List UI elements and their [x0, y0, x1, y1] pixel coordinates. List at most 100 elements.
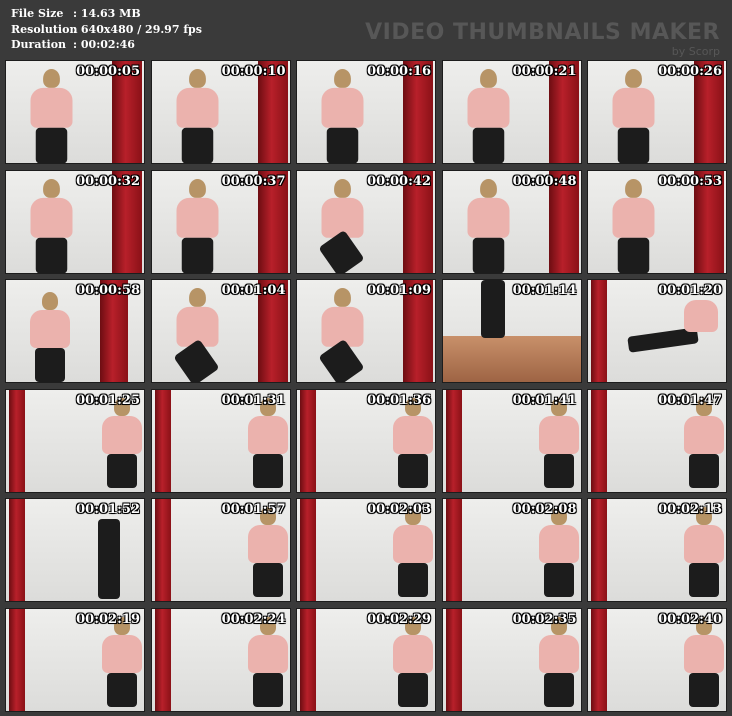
- person-shirt: [176, 197, 218, 238]
- person-hair: [479, 178, 497, 198]
- thumbnail-timestamp: 00:00:16: [367, 64, 431, 79]
- video-thumbnail: 00:01:57: [150, 498, 291, 602]
- person-hair: [625, 69, 642, 88]
- punching-bag: [9, 608, 25, 711]
- person-figure: [457, 178, 520, 273]
- person-shirt: [30, 87, 73, 128]
- person-hair: [334, 69, 351, 88]
- thumbnail-timestamp: 00:00:58: [76, 283, 140, 298]
- person-hair: [188, 69, 206, 88]
- video-thumbnail: 00:01:52: [5, 498, 145, 602]
- thumbnail-timestamp: 00:01:36: [367, 392, 431, 408]
- person-figure: [529, 397, 581, 492]
- person-legs: [398, 563, 428, 597]
- video-thumbnail: 00:01:14: [441, 279, 582, 383]
- thumbnail-timestamp: 00:00:32: [76, 173, 140, 189]
- person-hair: [188, 178, 206, 198]
- person-shirt: [176, 87, 218, 128]
- punching-bag: [9, 389, 25, 492]
- person-legs: [472, 127, 504, 163]
- person-legs: [689, 672, 719, 707]
- person-legs: [543, 453, 574, 488]
- video-thumbnail: 00:02:29: [296, 607, 436, 712]
- thumbnail-timestamp: 00:00:21: [512, 64, 577, 79]
- info-label: Duration: [11, 38, 67, 51]
- thumbnail-timestamp: 00:00:48: [512, 173, 577, 189]
- person-figure: [311, 288, 374, 382]
- video-thumbnail: 00:00:16: [296, 60, 436, 164]
- person-legs: [472, 237, 504, 273]
- punching-bag: [591, 499, 607, 601]
- video-thumbnail: 00:01:36: [296, 388, 436, 493]
- person-figure: [311, 69, 374, 163]
- person-shirt: [467, 197, 509, 238]
- person-legs: [689, 453, 719, 488]
- person-figure: [529, 507, 581, 601]
- info-value: : 14.63 MB: [73, 7, 141, 20]
- person-legs: [617, 237, 650, 273]
- person-hair: [625, 178, 642, 198]
- punching-bag: [445, 389, 462, 492]
- floor: [442, 336, 581, 382]
- person-hair: [43, 178, 60, 198]
- person-legs: [252, 563, 283, 597]
- thumbnail-timestamp: 00:01:47: [658, 392, 722, 408]
- person-shirt: [467, 87, 509, 128]
- person-figure: [238, 616, 290, 711]
- video-thumbnail: 00:00:53: [587, 169, 727, 274]
- video-thumbnail: 00:00:05: [5, 60, 145, 164]
- person-shirt: [538, 634, 579, 673]
- file-info: File Size: 14.63 MB Resolution: 640x480 /…: [11, 6, 202, 53]
- person-shirt: [684, 634, 724, 673]
- person-shirt: [684, 300, 718, 332]
- person-figure: [674, 397, 726, 492]
- thumbnail-timestamp: 00:01:20: [658, 283, 722, 298]
- video-thumbnail: 00:01:31: [150, 388, 291, 493]
- punching-bag: [154, 608, 171, 711]
- video-thumbnail: 00:00:21: [441, 60, 582, 164]
- person-legs: [181, 127, 213, 163]
- video-thumbnail: 00:02:13: [587, 498, 727, 602]
- person-hair: [42, 292, 58, 310]
- thumbnail-timestamp: 00:01:41: [512, 392, 577, 408]
- person-figure: [457, 69, 520, 163]
- person-legs: [326, 127, 359, 163]
- thumbnail-timestamp: 00:01:09: [367, 283, 431, 298]
- person-shirt: [393, 525, 433, 563]
- info-label: Resolution: [11, 22, 78, 36]
- person-legs: [181, 237, 213, 273]
- person-shirt: [538, 525, 579, 563]
- punching-bag: [154, 389, 171, 492]
- thumbnail-timestamp: 00:00:53: [658, 173, 722, 189]
- thumbnail-timestamp: 00:02:03: [367, 502, 431, 517]
- info-value: : 00:02:46: [73, 38, 135, 51]
- person-figure: [383, 397, 435, 492]
- thumbnail-timestamp: 00:00:26: [658, 64, 722, 79]
- info-row: File Size : 14.63 MB: [11, 6, 202, 22]
- info-row: Duration : 00:02:46: [11, 37, 202, 53]
- video-thumbnail: 00:00:26: [587, 60, 727, 164]
- person-hair: [334, 178, 351, 198]
- person-figure: [166, 69, 229, 163]
- person-legs: [398, 672, 428, 707]
- person-shirt: [612, 197, 655, 238]
- punching-bag: [445, 608, 462, 711]
- person-legs: [252, 453, 283, 488]
- thumbnail-timestamp: 00:00:10: [221, 64, 286, 79]
- person-shirt: [538, 415, 579, 454]
- video-thumbnail: 00:00:32: [5, 169, 145, 274]
- info-label: File Size: [11, 7, 64, 20]
- video-thumbnail: 00:01:04: [150, 279, 291, 383]
- video-thumbnail: 00:02:40: [587, 607, 727, 712]
- person-figure: [20, 292, 80, 382]
- person-figure: [674, 616, 726, 711]
- person-legs: [617, 127, 650, 163]
- person-shirt: [247, 634, 288, 673]
- punching-bag: [445, 499, 462, 601]
- person-figure: [529, 616, 581, 711]
- punching-bag: [154, 499, 171, 601]
- thumbnail-timestamp: 00:01:31: [221, 392, 286, 408]
- video-thumbnail: 00:01:41: [441, 388, 582, 493]
- video-thumbnail: 00:02:19: [5, 607, 145, 712]
- thumbnail-timestamp: 00:01:04: [221, 283, 286, 298]
